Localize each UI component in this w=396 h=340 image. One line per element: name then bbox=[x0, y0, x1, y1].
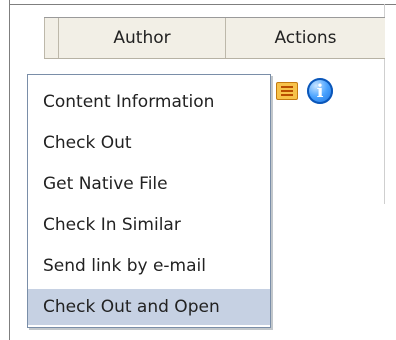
menu-item-get-native-file[interactable]: Get Native File bbox=[28, 166, 270, 202]
document-list-icon[interactable] bbox=[276, 82, 298, 100]
menu-item-check-out-and-open[interactable]: Check Out and Open bbox=[28, 289, 270, 325]
menu-item-check-in-similar[interactable]: Check In Similar bbox=[28, 207, 270, 243]
column-header-author[interactable]: Author bbox=[59, 18, 226, 58]
menu-item-content-information[interactable]: Content Information bbox=[28, 84, 270, 120]
info-icon[interactable]: i bbox=[307, 78, 333, 104]
column-header-stub[interactable] bbox=[44, 18, 59, 58]
frame-top-border bbox=[9, 4, 396, 5]
info-icon-glyph: i bbox=[316, 80, 324, 102]
table-header: Author Actions bbox=[44, 17, 385, 59]
frame-left-border bbox=[9, 0, 10, 340]
menu-item-check-out[interactable]: Check Out bbox=[28, 125, 270, 161]
context-menu: Content Information Check Out Get Native… bbox=[27, 74, 271, 328]
column-header-actions[interactable]: Actions bbox=[226, 18, 385, 58]
menu-item-send-link-by-email[interactable]: Send link by e-mail bbox=[28, 248, 270, 284]
